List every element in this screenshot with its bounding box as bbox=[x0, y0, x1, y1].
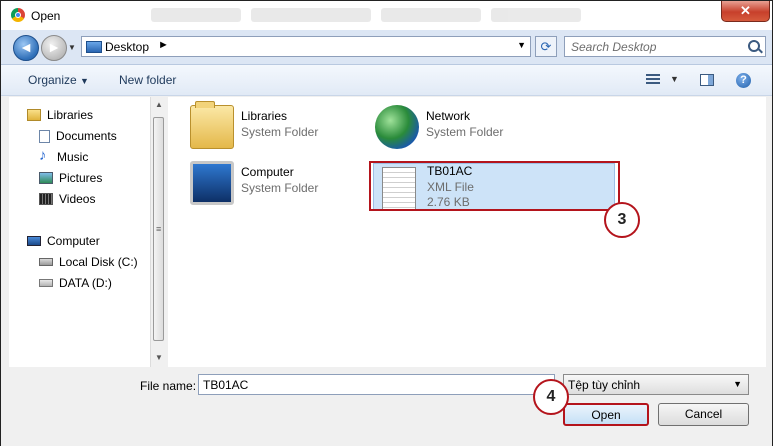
sidebar-item-local-disk[interactable]: Local Disk (C:) bbox=[39, 253, 138, 271]
videos-icon bbox=[39, 193, 53, 205]
sidebar-item-documents[interactable]: Documents bbox=[39, 127, 117, 145]
address-bar[interactable]: Desktop ► ▼ bbox=[81, 36, 531, 57]
sidebar-item-libraries[interactable]: Libraries bbox=[27, 106, 93, 124]
sidebar-item-label: Computer bbox=[47, 234, 100, 248]
navigation-pane-scrollbar[interactable]: ▲ ≡ ▼ bbox=[150, 97, 168, 367]
search-placeholder[interactable]: Search Desktop bbox=[571, 40, 656, 54]
documents-icon bbox=[39, 129, 50, 143]
file-item-network[interactable]: Network System Folder bbox=[373, 103, 543, 151]
sidebar-item-data-drive[interactable]: DATA (D:) bbox=[39, 274, 112, 292]
search-box[interactable]: Search Desktop bbox=[564, 36, 766, 57]
file-item-computer[interactable]: Computer System Folder bbox=[188, 159, 358, 207]
scrollbar-thumb[interactable]: ≡ bbox=[153, 117, 164, 341]
file-name-input[interactable] bbox=[198, 374, 555, 395]
file-type: System Folder bbox=[241, 125, 319, 139]
back-button[interactable]: ◄ bbox=[13, 35, 39, 61]
highlight-box-file bbox=[369, 161, 620, 211]
scroll-up-icon[interactable]: ▲ bbox=[155, 100, 163, 109]
sidebar-item-computer[interactable]: Computer bbox=[27, 232, 100, 250]
breadcrumb-chevron-icon[interactable]: ► bbox=[158, 39, 169, 51]
open-file-dialog: Open ✕ ◄ ► ▼ Desktop ► ▼ ⟳ Search Deskto… bbox=[0, 0, 773, 446]
dialog-footer: File name: Tệp tùy chỉnh ▼ Open Cancel bbox=[1, 368, 772, 446]
sidebar-item-videos[interactable]: Videos bbox=[39, 190, 95, 208]
chrome-app-icon bbox=[11, 8, 25, 22]
scroll-down-icon[interactable]: ▼ bbox=[155, 353, 163, 362]
title-bar: Open ✕ bbox=[1, 1, 772, 30]
navigation-bar: ◄ ► ▼ Desktop ► ▼ ⟳ Search Desktop bbox=[1, 30, 772, 65]
desktop-icon bbox=[86, 41, 102, 53]
organize-button[interactable]: Organize ▼ bbox=[28, 73, 89, 87]
sidebar-item-label: Music bbox=[57, 150, 89, 164]
data-drive-icon bbox=[39, 279, 53, 287]
sidebar-item-music[interactable]: Music bbox=[39, 147, 89, 166]
music-icon bbox=[39, 147, 51, 164]
recent-locations-dropdown[interactable]: ▼ bbox=[68, 43, 76, 52]
new-folder-button[interactable]: New folder bbox=[119, 73, 176, 87]
grip-icon: ≡ bbox=[156, 224, 162, 234]
sidebar-item-label: Pictures bbox=[59, 171, 103, 185]
local-disk-icon bbox=[39, 258, 53, 266]
file-name-label: File name: bbox=[140, 379, 197, 393]
cancel-button[interactable]: Cancel bbox=[658, 403, 749, 426]
file-type: System Folder bbox=[426, 125, 504, 139]
window-title: Open bbox=[31, 9, 61, 23]
sidebar-item-label: Local Disk (C:) bbox=[59, 255, 138, 269]
sidebar-item-label: DATA (D:) bbox=[59, 276, 112, 290]
preview-pane-icon[interactable] bbox=[700, 74, 714, 86]
file-item-libraries[interactable]: Libraries System Folder bbox=[188, 101, 358, 151]
network-icon bbox=[375, 105, 419, 149]
search-icon[interactable] bbox=[748, 40, 760, 52]
toolbar: Organize ▼ New folder ▼ ? bbox=[1, 65, 772, 96]
file-list: Libraries System Folder Network System F… bbox=[168, 97, 766, 367]
close-button[interactable]: ✕ bbox=[721, 1, 770, 22]
file-type-select[interactable]: Tệp tùy chỉnh ▼ bbox=[563, 374, 749, 395]
address-dropdown-icon[interactable]: ▼ bbox=[517, 40, 526, 50]
file-name: Computer bbox=[241, 165, 294, 179]
step-badge-3: 3 bbox=[604, 202, 640, 238]
change-view-icon[interactable] bbox=[646, 74, 660, 86]
refresh-button[interactable]: ⟳ bbox=[535, 36, 557, 57]
sidebar-item-pictures[interactable]: Pictures bbox=[39, 169, 102, 187]
sidebar-item-label: Documents bbox=[56, 129, 117, 143]
pictures-icon bbox=[39, 172, 53, 184]
sidebar-item-label: Videos bbox=[59, 192, 96, 206]
libraries-folder-icon bbox=[190, 101, 234, 149]
libraries-icon bbox=[27, 109, 41, 121]
computer-icon bbox=[27, 236, 41, 246]
forward-button[interactable]: ► bbox=[41, 35, 67, 61]
computer-icon bbox=[190, 161, 234, 205]
organize-dropdown-icon: ▼ bbox=[80, 76, 89, 86]
open-button[interactable]: Open bbox=[563, 403, 649, 426]
file-type: System Folder bbox=[241, 181, 319, 195]
navigation-pane: Libraries Documents Music Pictures Video… bbox=[9, 97, 150, 367]
view-options-dropdown-icon[interactable]: ▼ bbox=[670, 74, 679, 84]
file-name: Network bbox=[426, 109, 471, 123]
help-icon[interactable]: ? bbox=[736, 73, 751, 88]
address-location[interactable]: Desktop bbox=[105, 40, 149, 54]
chevron-down-icon[interactable]: ▼ bbox=[733, 379, 742, 389]
sidebar-item-label: Libraries bbox=[47, 108, 94, 122]
file-name: Libraries bbox=[241, 109, 288, 123]
background-browser-tabs bbox=[151, 5, 591, 25]
step-badge-4: 4 bbox=[533, 379, 569, 415]
file-type-value[interactable]: Tệp tùy chỉnh bbox=[568, 378, 640, 392]
